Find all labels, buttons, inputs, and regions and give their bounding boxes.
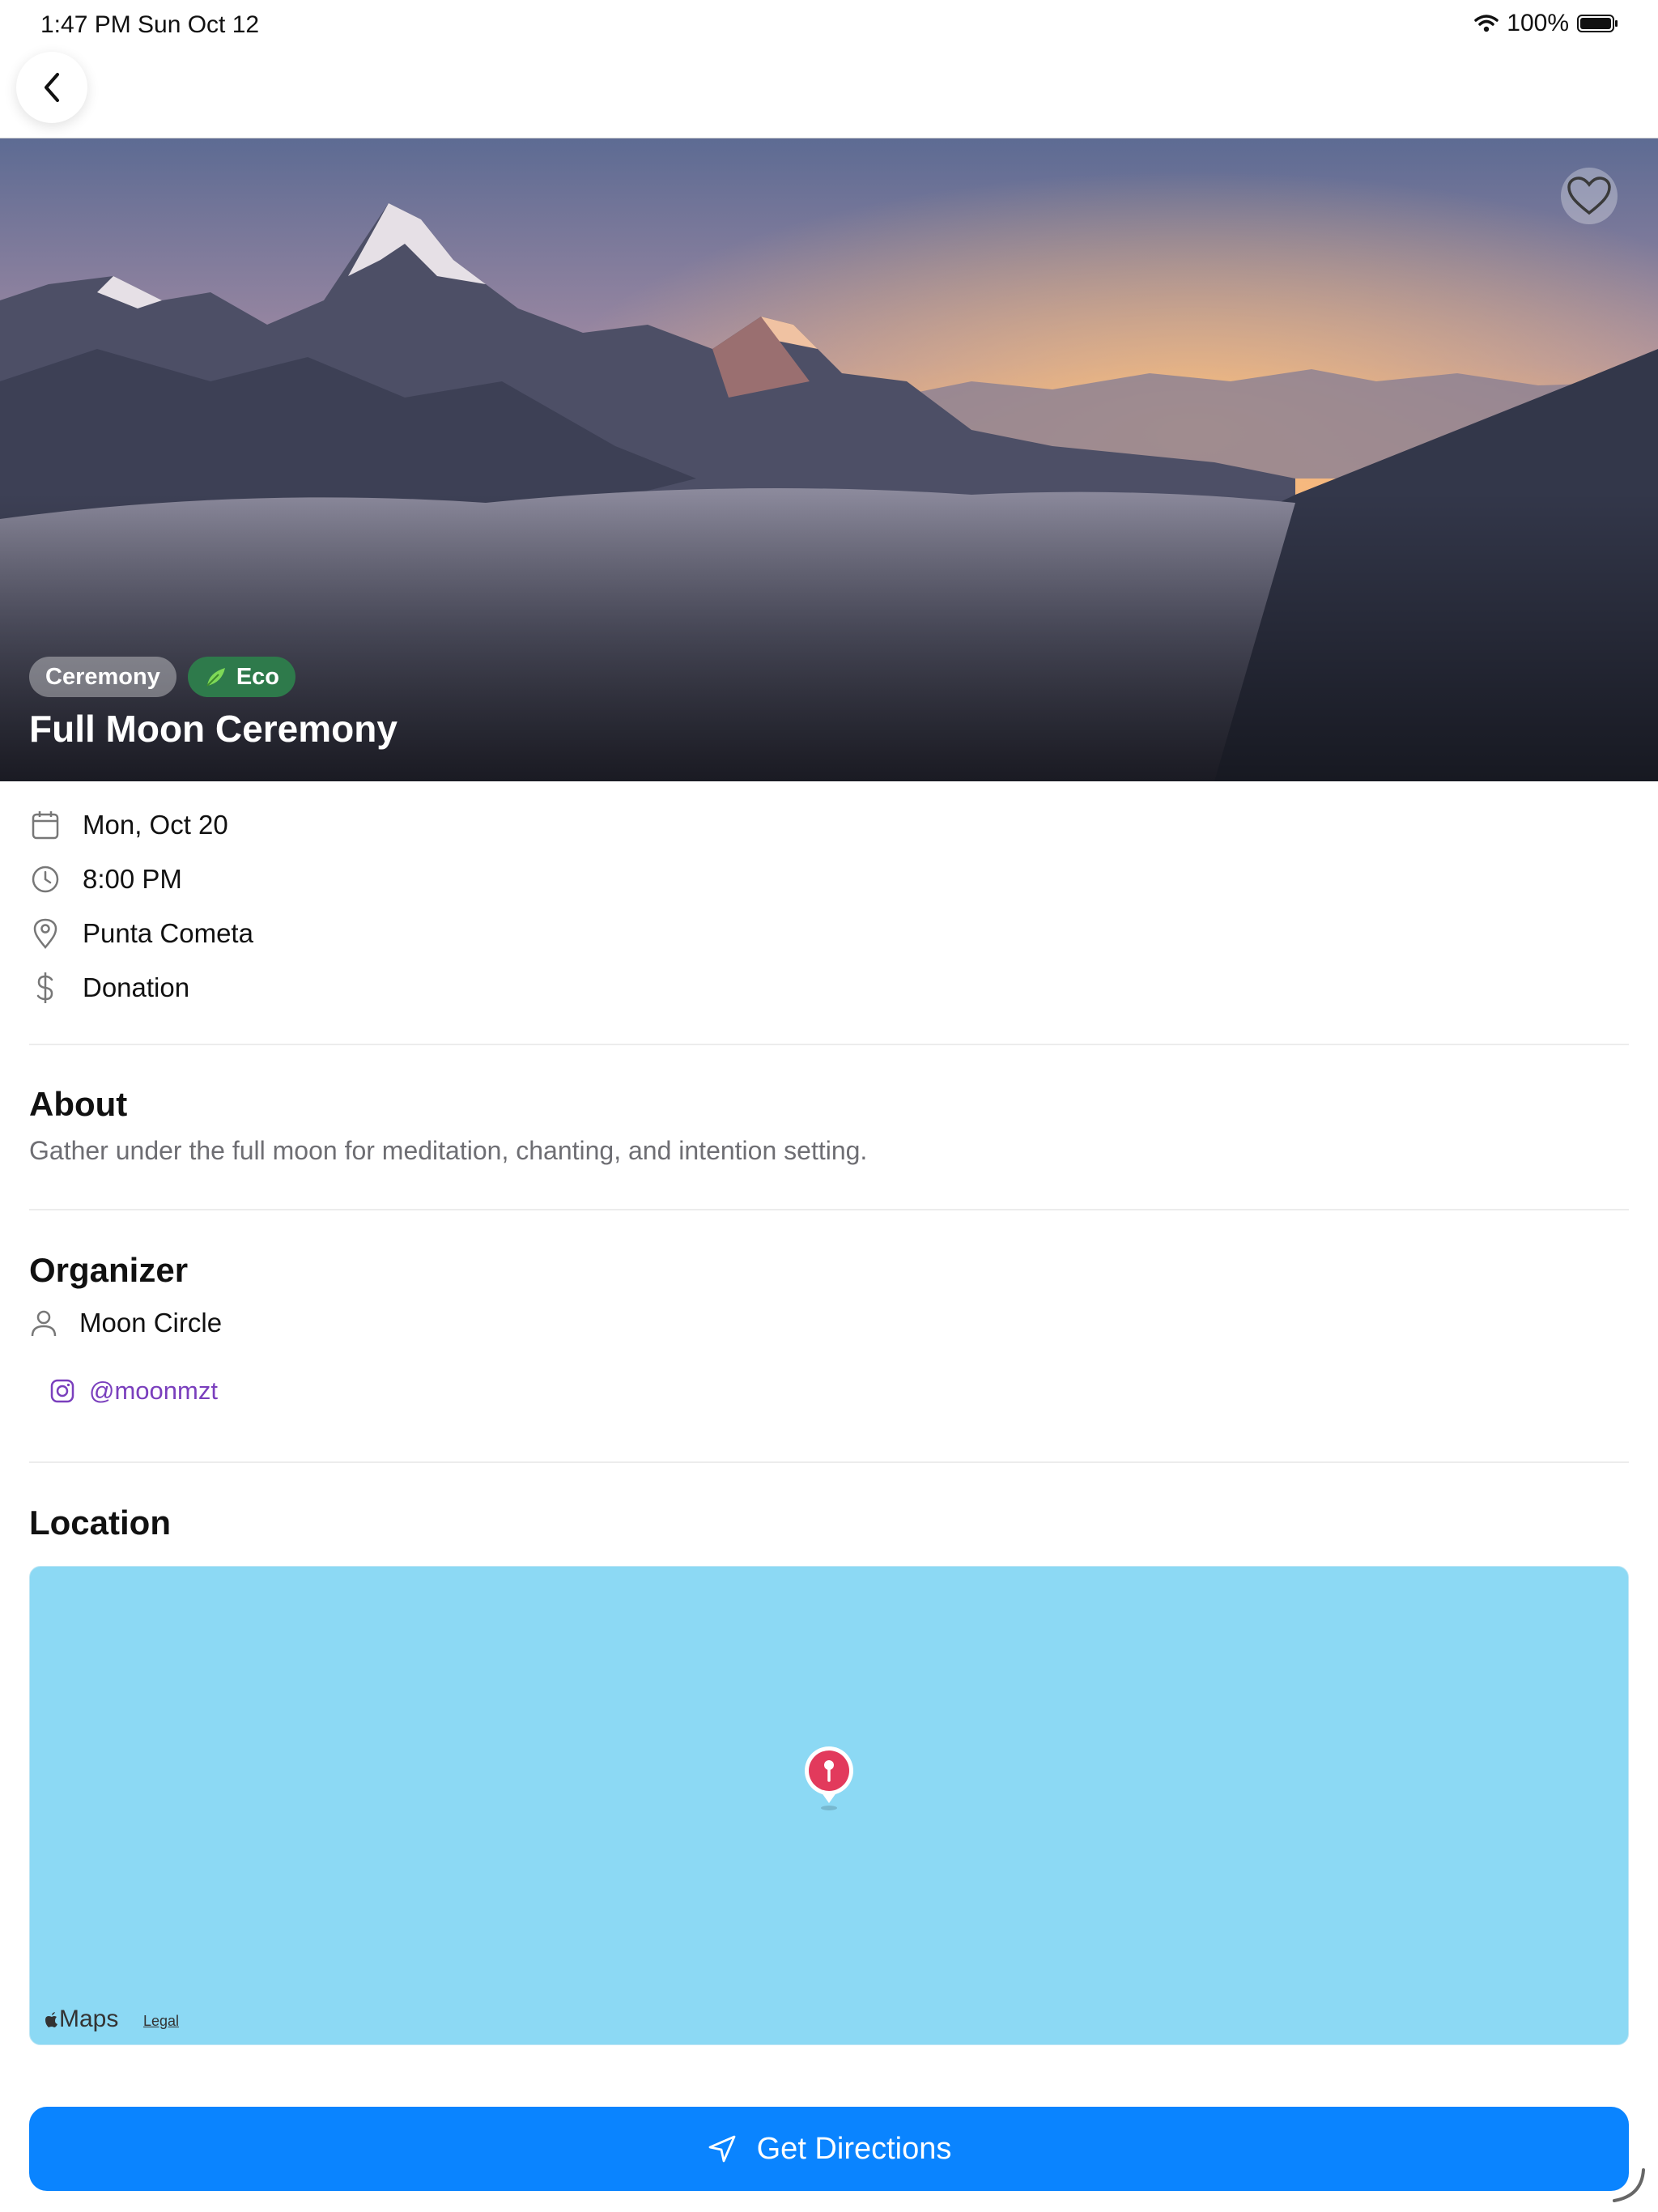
- divider: [29, 1209, 1629, 1210]
- tag-label: Ceremony: [45, 663, 160, 690]
- location-heading: Location: [29, 1504, 171, 1542]
- heart-icon: [1567, 177, 1611, 215]
- detail-time-text: 8:00 PM: [83, 863, 182, 894]
- divider: [29, 1461, 1629, 1463]
- dollar-icon: [36, 972, 53, 1003]
- battery-icon: [1577, 15, 1618, 32]
- status-date: Sun Oct 12: [138, 11, 260, 38]
- event-details: Mon, Oct 20 8:00 PM Punta Cometa Donatio…: [29, 798, 253, 1015]
- organizer-heading: Organizer: [29, 1251, 189, 1289]
- calendar-icon: [32, 810, 59, 839]
- about-text: Gather under the full moon for meditatio…: [29, 1136, 868, 1165]
- map-pin-icon[interactable]: [801, 1745, 857, 1813]
- instagram-icon: [50, 1379, 74, 1403]
- detail-place[interactable]: Punta Cometa: [29, 906, 253, 960]
- tag-list: Ceremony Eco: [29, 657, 296, 697]
- wifi-icon: [1474, 15, 1499, 32]
- detail-place-text: Punta Cometa: [83, 917, 253, 948]
- detail-date: Mon, Oct 20: [29, 798, 253, 852]
- person-icon: [31, 1310, 57, 1337]
- navigation-arrow-icon: [708, 2135, 736, 2163]
- about-heading: About: [29, 1085, 128, 1123]
- hero-image: Ceremony Eco Full Moon Ceremony: [0, 138, 1658, 781]
- status-time: 1:47 PM: [40, 11, 131, 38]
- instagram-link[interactable]: @moonmzt: [50, 1376, 218, 1406]
- detail-price-text: Donation: [83, 972, 190, 1002]
- maps-legal-link[interactable]: Legal: [143, 2013, 179, 2030]
- status-indicators: 100%: [1474, 10, 1619, 37]
- organizer-name: Moon Circle: [79, 1308, 223, 1338]
- detail-date-text: Mon, Oct 20: [83, 809, 228, 840]
- apple-logo-icon: [45, 2012, 57, 2027]
- detail-price: Donation: [29, 960, 253, 1015]
- favorite-button[interactable]: [1561, 168, 1618, 224]
- leaf-icon: [206, 668, 225, 687]
- location-map[interactable]: Maps Legal: [29, 1566, 1629, 2045]
- instagram-handle: @moonmzt: [89, 1376, 218, 1405]
- location-pin-icon: [33, 918, 57, 949]
- maps-brand: Maps: [59, 2006, 119, 2032]
- tag-eco[interactable]: Eco: [187, 657, 296, 697]
- get-directions-label: Get Directions: [756, 2131, 952, 2166]
- clock-icon: [32, 866, 59, 892]
- apple-maps-logo: Maps: [45, 2006, 118, 2033]
- detail-time: 8:00 PM: [29, 852, 253, 906]
- get-directions-button[interactable]: Get Directions: [29, 2107, 1629, 2191]
- event-title: Full Moon Ceremony: [29, 708, 397, 750]
- back-button[interactable]: [16, 52, 87, 123]
- organizer-name-row: Moon Circle: [29, 1308, 222, 1338]
- chevron-left-icon: [45, 73, 59, 102]
- battery-percentage: 100%: [1507, 10, 1569, 36]
- divider: [29, 1044, 1629, 1045]
- status-bar: 1:47 PM Sun Oct 12 100%: [0, 0, 1658, 52]
- tag-ceremony[interactable]: Ceremony: [29, 657, 176, 697]
- tag-label: Eco: [236, 663, 280, 690]
- resize-handle-icon: [1613, 2168, 1645, 2202]
